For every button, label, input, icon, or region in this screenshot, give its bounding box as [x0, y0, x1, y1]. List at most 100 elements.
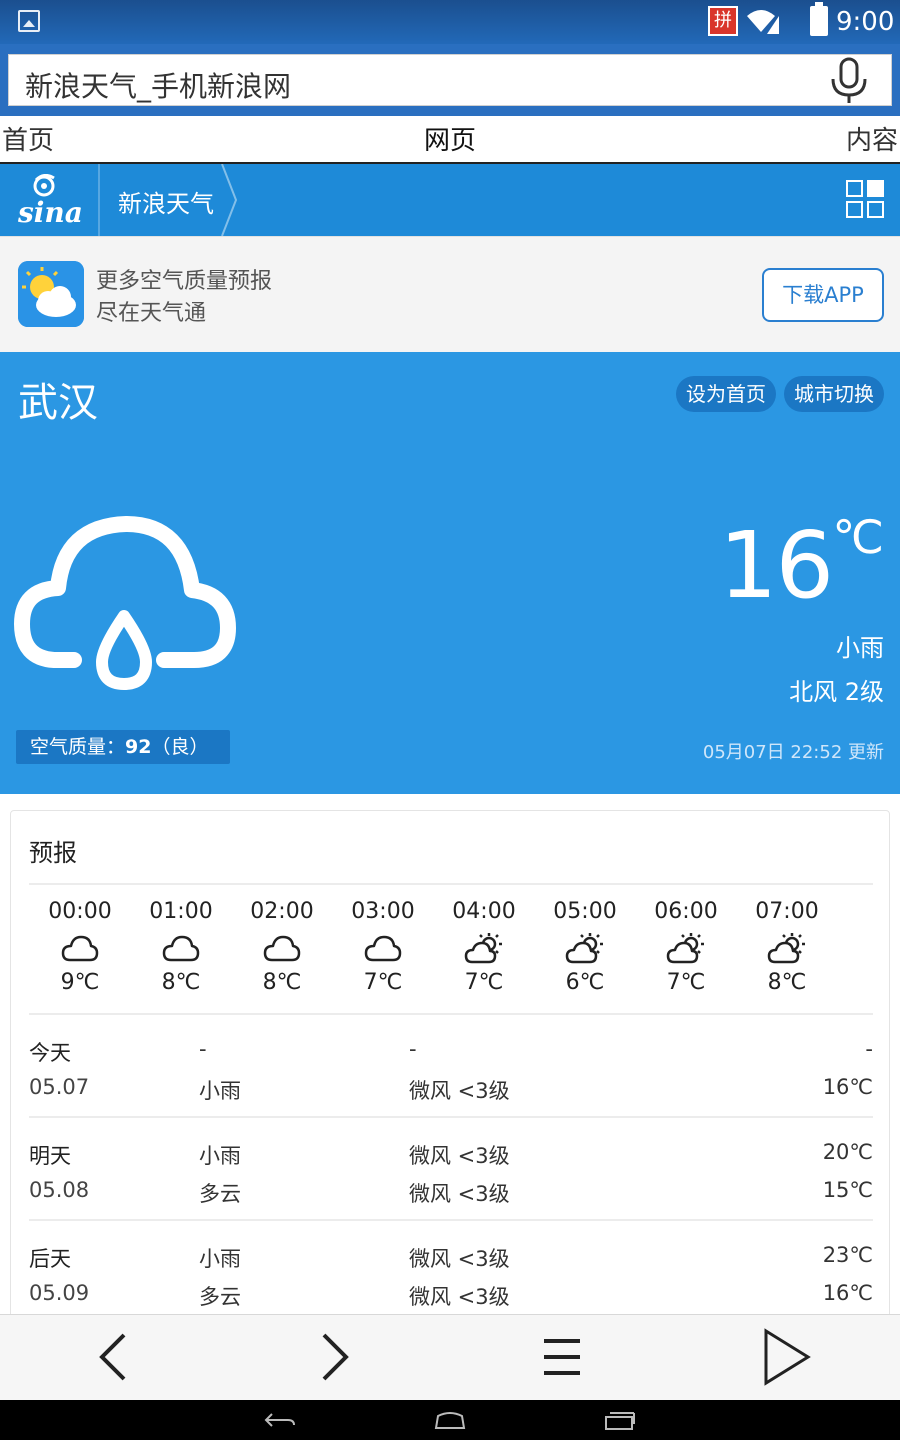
- tab-webpage[interactable]: 网页: [396, 120, 504, 169]
- divider: [29, 1116, 873, 1118]
- low-temp: 15℃: [822, 1178, 873, 1202]
- day-weather: -: [199, 1037, 207, 1061]
- day-weather: 小雨: [199, 1144, 241, 1168]
- status-time: 9:00: [836, 7, 895, 37]
- hour-time: 07:00: [755, 899, 819, 924]
- hour-time: 01:00: [149, 899, 213, 924]
- current-weather-panel: 武汉 设为首页 城市切换 16 ℃ 小雨 北风 2级 空气质量：92（良） 05…: [0, 352, 900, 794]
- hourly-item: 03:00 7℃: [338, 899, 428, 995]
- cloud-icon: [237, 932, 327, 966]
- hour-temp: 6℃: [565, 970, 605, 995]
- hour-temp: 7℃: [666, 970, 706, 995]
- hour-time: 04:00: [452, 899, 516, 924]
- hour-temp: 9℃: [60, 970, 100, 995]
- day-name: 明天: [29, 1144, 71, 1168]
- url-field[interactable]: 新浪天气_手机新浪网: [8, 54, 892, 106]
- hourly-item: 02:00 8℃: [237, 899, 327, 995]
- day-date: 05.09: [29, 1281, 90, 1305]
- back-arrow-icon[interactable]: [82, 1327, 142, 1387]
- update-time: 05月07日 22:52 更新: [702, 742, 884, 763]
- promo-line-1: 更多空气质量预报: [96, 269, 273, 294]
- set-home-button[interactable]: 设为首页: [676, 376, 776, 412]
- aqi-label: 空气质量：: [30, 736, 126, 758]
- day-wind: -: [409, 1037, 417, 1061]
- hour-time: 05:00: [553, 899, 617, 924]
- sina-header: sina 新浪天气: [0, 164, 900, 236]
- cloud-icon: [136, 932, 226, 966]
- hour-time: 03:00: [351, 899, 415, 924]
- aqi-level: （良）: [151, 736, 209, 758]
- tab-content[interactable]: 内容: [846, 120, 898, 157]
- current-temperature: 16: [718, 512, 834, 619]
- svg-text:sina: sina: [17, 196, 83, 228]
- sina-logo[interactable]: sina: [14, 174, 86, 228]
- app-promo-banner: 更多空气质量预报 尽在天气通 下载APP: [0, 236, 900, 352]
- hour-temp: 7℃: [363, 970, 403, 995]
- current-condition: 小雨: [836, 634, 884, 662]
- hour-time: 00:00: [48, 899, 112, 924]
- hour-temp: 8℃: [161, 970, 201, 995]
- tab-home[interactable]: 首页: [2, 120, 54, 157]
- hourly-item: 05:00 6℃: [540, 899, 630, 995]
- partly-cloudy-icon: [540, 932, 630, 966]
- day-name: 后天: [29, 1247, 71, 1271]
- city-name: 武汉: [18, 380, 98, 426]
- temperature-unit: ℃: [832, 510, 884, 564]
- partly-cloudy-icon: [439, 932, 529, 966]
- hour-temp: 8℃: [262, 970, 302, 995]
- night-wind: 微风 <3级: [409, 1079, 510, 1103]
- gallery-icon: [18, 10, 40, 32]
- night-weather: 小雨: [199, 1079, 241, 1103]
- ime-pinyin-badge: 拼: [708, 6, 738, 36]
- menu-icon[interactable]: [532, 1327, 592, 1387]
- divider: [29, 1013, 873, 1015]
- night-weather: 多云: [199, 1182, 241, 1206]
- switch-city-button[interactable]: 城市切换: [784, 376, 884, 412]
- status-bar: 拼 9:00: [0, 0, 900, 44]
- battery-charging-icon: [810, 2, 828, 36]
- wifi-signal-icon: [747, 10, 779, 34]
- aqi-value: 92: [125, 736, 152, 758]
- day-date: 05.07: [29, 1075, 90, 1099]
- divider: [29, 1219, 873, 1221]
- forecast-title: 预报: [29, 839, 77, 867]
- android-nav-bar: [0, 1400, 900, 1440]
- cloud-icon: [338, 932, 428, 966]
- high-temp: 23℃: [822, 1243, 873, 1267]
- address-bar: 新浪天气_手机新浪网: [0, 44, 900, 116]
- section-title[interactable]: 新浪天气: [118, 184, 214, 219]
- hourly-item: 04:00 7℃: [439, 899, 529, 995]
- hour-time: 06:00: [654, 899, 718, 924]
- grid-menu-icon[interactable]: [846, 180, 886, 220]
- forward-arrow-icon[interactable]: [306, 1327, 366, 1387]
- microphone-icon[interactable]: [827, 57, 871, 105]
- back-icon[interactable]: [264, 1408, 296, 1432]
- browser-toolbar: [0, 1314, 900, 1400]
- download-app-button[interactable]: 下载APP: [762, 268, 884, 322]
- weather-app-icon: [18, 261, 84, 327]
- low-temp: 16℃: [822, 1281, 873, 1305]
- partly-cloudy-icon: [641, 932, 731, 966]
- night-wind: 微风 <3级: [409, 1182, 510, 1206]
- day-row-tomorrow: 明天 05.08 小雨 多云 微风 <3级 微风 <3级 20℃ 15℃: [29, 1126, 873, 1226]
- day-date: 05.08: [29, 1178, 90, 1202]
- home-icon[interactable]: [434, 1408, 466, 1432]
- air-quality-badge[interactable]: 空气质量：92（良）: [16, 730, 230, 764]
- header-divider: [98, 164, 100, 236]
- hourly-item: 00:00 9℃: [35, 899, 125, 995]
- partly-cloudy-icon: [742, 932, 832, 966]
- night-wind: 微风 <3级: [409, 1285, 510, 1309]
- url-title: 新浪天气_手机新浪网: [25, 70, 292, 103]
- play-icon[interactable]: [756, 1327, 816, 1387]
- day-name: 今天: [29, 1041, 71, 1065]
- high-temp: -: [865, 1037, 873, 1061]
- recents-icon[interactable]: [604, 1408, 636, 1432]
- hourly-item: 07:00 8℃: [742, 899, 832, 995]
- day-row-today: 今天 05.07 - 小雨 - 微风 <3级 - 16℃: [29, 1023, 873, 1123]
- day-wind: 微风 <3级: [409, 1247, 510, 1271]
- rain-cloud-icon: [14, 516, 236, 690]
- current-wind: 北风 2级: [789, 678, 884, 706]
- hourly-item: 06:00 7℃: [641, 899, 731, 995]
- hour-temp: 7℃: [464, 970, 504, 995]
- cloud-icon: [35, 932, 125, 966]
